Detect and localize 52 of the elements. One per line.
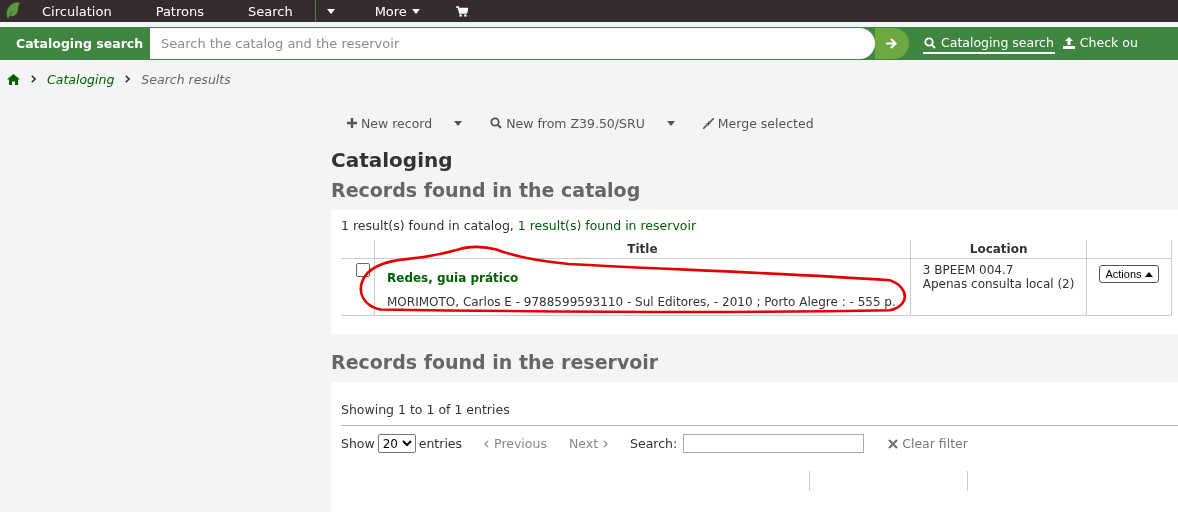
chevron-left-icon — [484, 439, 490, 448]
merge-arrows-icon — [702, 117, 714, 129]
location-text: Apenas consulta local (2) — [922, 277, 1075, 291]
column-header: Location — [910, 240, 1087, 259]
chevron-right-icon — [125, 75, 131, 83]
record-details: MORIMOTO, Carlos E - 9788599593110 - Sul Editores, - 2010 ; Porto Alegre : - 555 p. — [387, 295, 896, 309]
nav-link[interactable]: Patrons — [133, 3, 226, 19]
search-option-link[interactable]: Cataloging search — [923, 33, 1055, 54]
entries-label: entries — [418, 436, 463, 451]
search-label: Search: — [630, 436, 678, 451]
show-label: Show — [341, 436, 375, 451]
toolbar-button[interactable]: Merge selected — [702, 111, 814, 135]
page-heading: Cataloging — [331, 148, 454, 172]
submit-button[interactable] — [875, 28, 909, 59]
caret-icon — [454, 120, 463, 126]
breadcrumb-link[interactable]: Cataloging — [47, 71, 115, 87]
clear-filter-button[interactable]: Clear filter — [882, 435, 974, 452]
leaf-logo[interactable] — [5, 2, 21, 20]
upload-icon — [1062, 36, 1075, 49]
nav-link[interactable]: Search — [225, 3, 315, 19]
search-tab[interactable]: Cataloging search — [0, 28, 150, 59]
cart-icon[interactable] — [455, 5, 468, 17]
nav-link[interactable]: Circulation — [42, 3, 134, 19]
search-icon — [490, 117, 503, 129]
caret-icon — [411, 8, 420, 14]
more-menu[interactable]: More — [346, 3, 442, 19]
caret-icon — [326, 8, 335, 14]
search-option-link[interactable]: Check ou — [1061, 33, 1139, 54]
caret-up-icon — [1144, 271, 1153, 277]
breadcrumb-current: Search results — [141, 71, 231, 87]
chevron-right-icon — [31, 75, 36, 83]
column-header: Title — [374, 240, 911, 259]
results-summary: 1 result(s) found in catalog, 1 result(s) found in reservoir — [341, 218, 698, 233]
toolbar-button[interactable]: New record — [347, 111, 433, 135]
page-size-select[interactable]: 20 — [377, 434, 416, 453]
location-text: 3 BPEEM 004.7 — [922, 263, 1015, 277]
search-icon — [924, 36, 936, 49]
row-checkbox[interactable] — [356, 263, 370, 277]
search-field[interactable] — [683, 434, 865, 453]
home-icon[interactable] — [7, 73, 20, 85]
search-field[interactable]: Search the catalog and the reservoir — [150, 28, 875, 59]
plus-icon — [347, 118, 357, 128]
record-title-link[interactable]: Redes, guia prático — [387, 271, 519, 285]
toolbar-button[interactable]: New from Z39.50/SRU — [490, 111, 645, 135]
arrow-right-icon — [886, 38, 898, 49]
section-heading: Records found in the reservoir — [331, 351, 660, 373]
section-heading: Records found in the catalog — [331, 179, 642, 201]
close-icon — [888, 438, 899, 449]
chevron-right-icon — [603, 439, 609, 448]
caret-icon — [666, 120, 675, 126]
actions-button[interactable]: Actions — [1099, 265, 1159, 283]
entries-info: Showing 1 to 1 of 1 entries — [341, 402, 1178, 426]
